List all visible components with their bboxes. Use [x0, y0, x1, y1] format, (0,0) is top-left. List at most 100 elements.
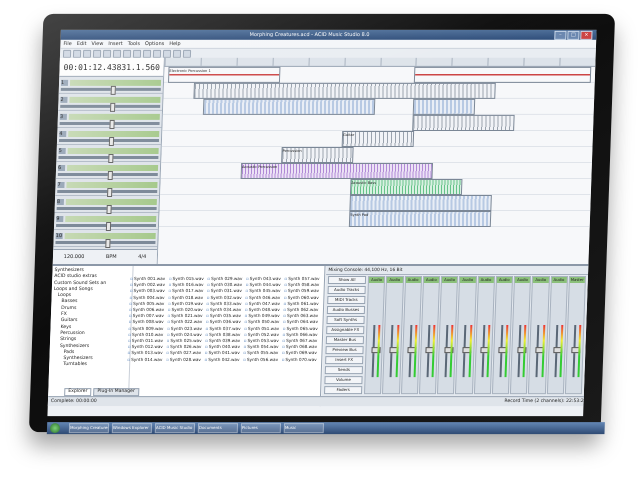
file-item[interactable]: Synth 017.wav [168, 288, 206, 294]
tree-item[interactable]: Turntables [51, 363, 127, 369]
file-item[interactable]: Synth 003.wav [130, 288, 168, 294]
mixer-view-button[interactable]: Sends [324, 366, 363, 375]
event-clip[interactable] [202, 98, 376, 115]
menu-file[interactable]: File [63, 41, 72, 47]
track-header[interactable]: 7 [55, 178, 160, 196]
zoom-tool-icon[interactable] [182, 49, 192, 58]
track-header[interactable]: 1 [58, 76, 164, 94]
mixer-view-button[interactable]: Audio Tracks [327, 286, 366, 295]
cut-icon[interactable] [102, 49, 112, 58]
redo-icon[interactable] [142, 49, 152, 58]
file-item[interactable]: Synth 036.wav [206, 319, 244, 325]
track-lane[interactable]: Guitar [161, 129, 594, 147]
file-item[interactable]: Synth 046.wav [245, 295, 283, 301]
menu-options[interactable]: Options [145, 41, 164, 47]
track-lane[interactable] [162, 113, 594, 131]
file-item[interactable]: Synth 064.wav [283, 319, 321, 325]
track-header[interactable]: 9 [53, 212, 159, 231]
file-item[interactable]: Synth 059.wav [284, 288, 322, 294]
track-volume-fader[interactable] [59, 121, 160, 125]
track-volume-fader[interactable] [59, 138, 160, 142]
track-lane[interactable] [159, 193, 591, 211]
tab-explorer[interactable]: Explorer [64, 388, 92, 397]
event-clip[interactable]: Percussion [281, 146, 354, 163]
paste-icon[interactable] [122, 49, 132, 58]
track-header[interactable]: 6 [55, 161, 161, 179]
mixer-view-button[interactable]: Faders [324, 386, 363, 395]
event-clip[interactable] [193, 82, 496, 99]
mixer-view-button[interactable]: Show All [327, 276, 367, 285]
file-item[interactable]: Synth 028.wav [166, 357, 204, 363]
track-header[interactable]: 10 [53, 230, 158, 248]
maximize-button[interactable]: □ [567, 30, 580, 40]
menu-edit[interactable]: Edit [77, 41, 87, 47]
new-icon[interactable] [62, 49, 72, 58]
close-button[interactable]: × [580, 30, 593, 40]
track-lane[interactable]: Electronic Percussion 1 [163, 65, 596, 83]
taskbar-item[interactable]: Documents [197, 423, 239, 434]
track-volume-fader[interactable] [56, 206, 157, 210]
track-lane[interactable]: Synth Pad [158, 209, 591, 228]
event-clip[interactable] [413, 66, 592, 83]
file-item[interactable]: Synth 041.wav [205, 351, 243, 357]
file-item[interactable]: Synth 055.wav [243, 351, 281, 357]
track-volume-fader[interactable] [60, 87, 161, 91]
undo-icon[interactable] [132, 49, 142, 58]
track-lane[interactable] [163, 81, 595, 99]
taskbar-item[interactable]: Music [283, 423, 325, 434]
file-item[interactable]: Synth 018.wav [168, 295, 206, 301]
track-header[interactable]: 4 [56, 127, 162, 145]
file-item[interactable]: Synth 009.wav [128, 326, 166, 332]
file-item[interactable]: Synth 027.wav [166, 351, 204, 357]
folder-tree[interactable]: Synthesizers ACID studio extras Custom Sou… [48, 266, 134, 391]
track-volume-fader[interactable] [57, 172, 158, 176]
file-item[interactable]: Synth 014.wav [127, 357, 165, 363]
taskbar-item[interactable]: Windows Explorer [111, 423, 153, 434]
time-signature[interactable]: 4/4 [138, 254, 146, 260]
erase-tool-icon[interactable] [172, 49, 182, 58]
save-icon[interactable] [82, 49, 92, 58]
file-item[interactable]: Synth 031.wav [207, 288, 245, 294]
event-clip[interactable] [349, 194, 492, 211]
file-item[interactable]: Synth 042.wav [204, 357, 242, 363]
mixer-view-button[interactable]: Soft Synths [326, 316, 365, 325]
menu-tools[interactable]: Tools [128, 41, 141, 47]
event-clip[interactable] [412, 98, 476, 115]
file-item[interactable]: Synth 004.wav [129, 295, 167, 301]
file-item[interactable]: Synth 056.wav [243, 357, 281, 363]
select-tool-icon[interactable] [162, 49, 172, 58]
mixer-view-button[interactable]: Preview Bus [325, 346, 364, 355]
mixer-view-button[interactable]: MIDI Tracks [327, 296, 366, 305]
file-item[interactable]: Synth 037.wav [205, 326, 243, 332]
event-clip[interactable]: Electronic Percussion 1 [167, 66, 281, 83]
track-volume-fader[interactable] [55, 240, 156, 244]
file-item[interactable]: Synth 045.wav [245, 288, 283, 294]
file-list[interactable]: Synth 001.wavSynth 002.wavSynth 003.wavS… [126, 276, 322, 386]
event-clip[interactable]: Acoustic Bass [349, 178, 463, 195]
file-item[interactable]: Synth 070.wav [282, 357, 320, 363]
start-button[interactable] [49, 423, 61, 434]
minimize-button[interactable]: – [554, 30, 567, 40]
event-clip[interactable]: Guitar [341, 130, 415, 147]
mixer-view-button[interactable]: Master Bus [325, 336, 365, 345]
tempo-value[interactable]: 120.000 [64, 254, 85, 260]
file-item[interactable]: Synth 008.wav [129, 319, 167, 325]
taskbar-item[interactable]: Morphing Creatures.acd [68, 423, 110, 434]
event-clip[interactable]: Acoustic Percussion [240, 162, 434, 179]
track-volume-fader[interactable] [56, 223, 157, 227]
taskbar-item[interactable]: Pictures [240, 423, 282, 434]
file-item[interactable]: Synth 051.wav [244, 326, 282, 332]
file-item[interactable]: Synth 022.wav [167, 319, 205, 325]
track-lane[interactable] [162, 97, 595, 115]
track-header[interactable]: 5 [56, 144, 161, 162]
taskbar-item[interactable]: ACID Music Studio [154, 423, 196, 434]
file-item[interactable]: Synth 060.wav [284, 295, 322, 301]
track-lane[interactable]: Percussion [161, 145, 593, 163]
file-item[interactable]: Synth 050.wav [244, 319, 282, 325]
event-clip[interactable]: Synth Pad [348, 210, 492, 228]
track-header[interactable]: 8 [54, 195, 160, 213]
file-item[interactable]: Synth 065.wav [283, 326, 321, 332]
copy-icon[interactable] [112, 49, 122, 58]
file-item[interactable]: Synth 032.wav [207, 295, 245, 301]
file-item[interactable]: Synth 013.wav [127, 351, 165, 357]
